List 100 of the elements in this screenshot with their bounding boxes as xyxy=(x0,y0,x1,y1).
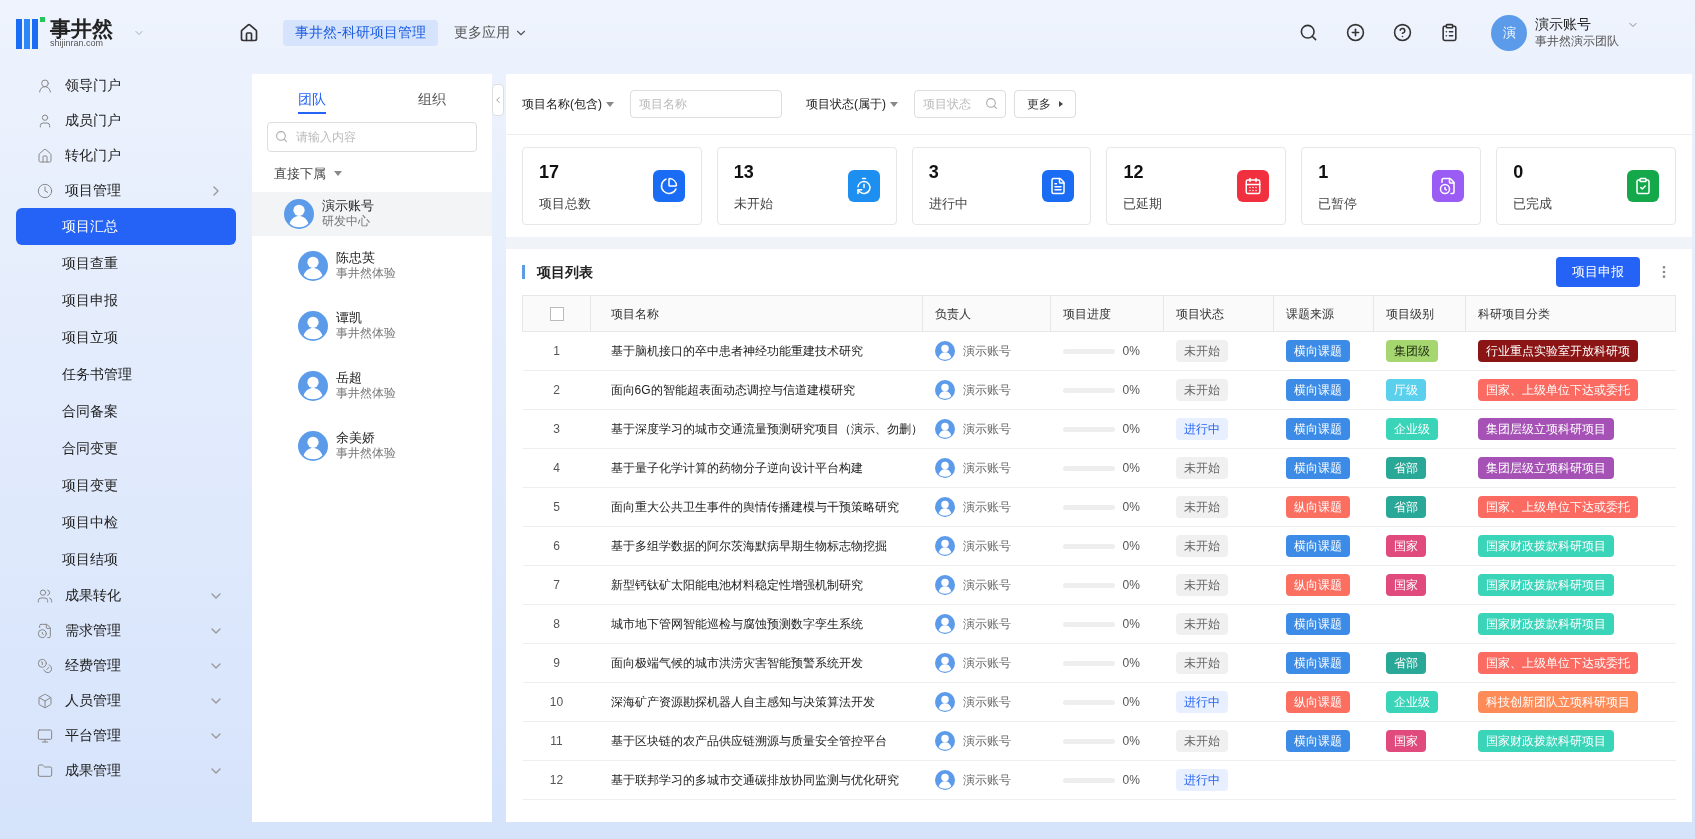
tag: 集团层级立项科研项目 xyxy=(1477,457,1614,479)
project-name: 新型钙钛矿太阳能电池材料稳定性增强机制研究 xyxy=(610,578,863,592)
member-department: 事井然体验 xyxy=(336,266,396,282)
sidebar-subitem[interactable]: 合同备案 xyxy=(16,393,236,430)
filter-field[interactable]: 项目名称 xyxy=(630,90,782,118)
stat-label: 已暂停 xyxy=(1318,194,1358,213)
stat-value: 0 xyxy=(1513,160,1525,184)
owner-name: 演示账号 xyxy=(962,616,1011,633)
cube-icon xyxy=(37,692,53,709)
avatar-icon xyxy=(298,430,328,461)
status-tag: 进行中 xyxy=(1175,418,1228,440)
sidebar-item[interactable]: 转化门户 xyxy=(16,138,236,173)
app-tab[interactable]: 事井然-科研项目管理 xyxy=(283,19,438,46)
sidebar-item[interactable]: 经费管理 xyxy=(16,648,236,683)
sidebar-subitem[interactable]: 项目立项 xyxy=(16,319,236,356)
tag: 横向课题 xyxy=(1285,535,1350,557)
avatar-icon xyxy=(934,653,955,673)
sidebar-item[interactable]: 平台管理 xyxy=(16,718,236,753)
stat-value: 13 xyxy=(733,160,755,184)
sidebar-item[interactable]: 项目管理 xyxy=(16,173,236,208)
collapse-handle[interactable] xyxy=(492,84,504,116)
member-item[interactable]: 演示账号 研发中心 xyxy=(252,191,492,236)
tag: 国家财政拨款科研项目 xyxy=(1477,730,1614,752)
tag: 集团层级立项科研项目 xyxy=(1477,418,1614,440)
clock-icon xyxy=(37,182,53,199)
sidebar-subitem[interactable]: 项目变更 xyxy=(16,467,236,504)
progress-value: 0% xyxy=(1122,460,1140,477)
submit-project-button[interactable]: 项目申报 xyxy=(1556,257,1640,287)
tag: 国家、上级单位下达或委托 xyxy=(1477,652,1638,674)
project-name: 城市地下管网智能巡检与腐蚀预测数字孪生系统 xyxy=(610,617,863,631)
project-name: 面向极端气候的城市洪涝灾害智能预警系统开发 xyxy=(610,656,863,670)
progress-value: 0% xyxy=(1122,733,1140,750)
progress-value: 0% xyxy=(1122,616,1140,633)
filter-label-dropdown[interactable]: 项目名称(包含) xyxy=(522,95,614,113)
sidebar-item[interactable]: 领导门户 xyxy=(16,68,236,103)
avatar-icon xyxy=(934,575,955,595)
sidebar-item[interactable]: 成果管理 xyxy=(16,753,236,788)
home-icon[interactable] xyxy=(239,22,259,43)
sidebar-subitem[interactable]: 项目结项 xyxy=(16,541,236,578)
status-tag: 未开始 xyxy=(1175,613,1228,635)
panel-tab[interactable]: 团队 xyxy=(298,86,326,114)
sidebar-item[interactable]: 人员管理 xyxy=(16,683,236,718)
tag: 国家、上级单位下达或委托 xyxy=(1477,496,1638,518)
avatar-icon xyxy=(934,497,955,517)
row-number: 2 xyxy=(553,383,560,397)
filter-field[interactable]: 项目状态 xyxy=(914,90,1006,118)
member-department: 事井然体验 xyxy=(336,446,396,462)
folder-icon xyxy=(37,762,53,779)
project-name: 深海矿产资源勘探机器人自主感知与决策算法开发 xyxy=(610,695,875,709)
tag: 企业级 xyxy=(1385,691,1438,713)
filter-dropdown[interactable]: 直接下属 xyxy=(274,164,492,184)
filter-label-dropdown[interactable]: 项目状态(属于) xyxy=(806,95,898,113)
sidebar-subitem[interactable]: 项目汇总 xyxy=(16,208,236,245)
tag: 纵向课题 xyxy=(1285,496,1350,518)
tag: 纵向课题 xyxy=(1285,574,1350,596)
row-number: 10 xyxy=(549,695,564,709)
column-header: 项目进度 xyxy=(1063,306,1111,321)
sidebar-subitem[interactable]: 合同变更 xyxy=(16,430,236,467)
row-number: 8 xyxy=(553,617,560,631)
sidebar-item[interactable]: 成员门户 xyxy=(16,103,236,138)
help-icon[interactable] xyxy=(1393,23,1412,42)
progress-value: 0% xyxy=(1122,655,1140,672)
sidebar-item[interactable]: 需求管理 xyxy=(16,613,236,648)
user-name[interactable]: 演示账号 xyxy=(1535,16,1619,34)
row-number: 4 xyxy=(553,461,560,475)
select-all-checkbox[interactable] xyxy=(549,307,564,322)
avatar-icon xyxy=(284,198,314,229)
sidebar-subitem[interactable]: 项目中检 xyxy=(16,504,236,541)
avatar-icon xyxy=(934,536,955,556)
sidebar-subitem[interactable]: 项目申报 xyxy=(16,282,236,319)
column-header: 项目状态 xyxy=(1176,306,1224,321)
house-icon xyxy=(37,147,53,164)
progress-value: 0% xyxy=(1122,499,1140,516)
owner-name: 演示账号 xyxy=(962,772,1011,789)
stat-value: 3 xyxy=(928,160,940,184)
status-tag: 未开始 xyxy=(1175,340,1228,362)
row-number: 6 xyxy=(553,539,560,553)
search-icon[interactable] xyxy=(1299,23,1318,42)
sidebar-subitem[interactable]: 任务书管理 xyxy=(16,356,236,393)
avatar-icon xyxy=(298,370,328,401)
coins-icon xyxy=(37,657,53,674)
tag: 集团级 xyxy=(1385,340,1438,362)
sidebar-subitem[interactable]: 项目查重 xyxy=(16,245,236,282)
sidebar-item[interactable]: 成果转化 xyxy=(16,578,236,613)
avatar-icon xyxy=(934,419,955,439)
owner-name: 演示账号 xyxy=(962,694,1011,711)
search-icon xyxy=(985,97,998,110)
more-button[interactable]: 更多 xyxy=(1014,90,1076,118)
sidebar-label: 成果管理 xyxy=(65,761,122,780)
add-icon[interactable] xyxy=(1346,23,1365,42)
panel-tab[interactable]: 组织 xyxy=(418,86,446,114)
tag: 行业重点实验室开放科研项 xyxy=(1477,340,1638,362)
avatar-icon xyxy=(934,380,955,400)
clipboard-icon[interactable] xyxy=(1440,23,1459,42)
tag: 横向课题 xyxy=(1285,652,1350,674)
progress-value: 0% xyxy=(1122,343,1140,360)
member-department: 事井然体验 xyxy=(336,386,396,402)
more-apps-dropdown[interactable]: 更多应用 xyxy=(453,22,528,43)
search-field[interactable]: 请输入内容 xyxy=(267,122,477,152)
owner-name: 演示账号 xyxy=(962,733,1011,750)
